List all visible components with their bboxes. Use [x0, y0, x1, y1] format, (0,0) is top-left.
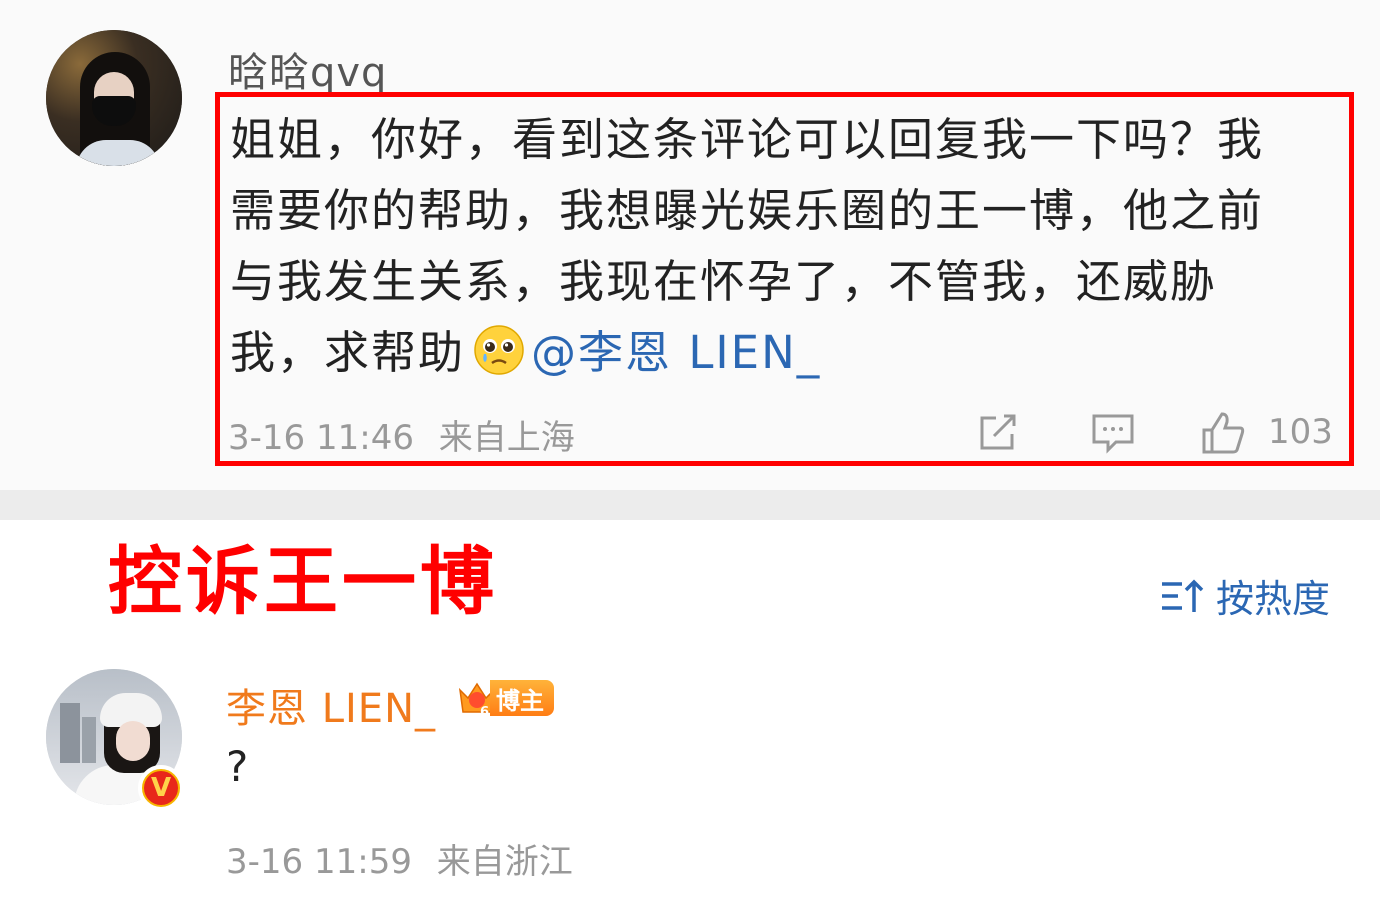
share-icon[interactable] — [976, 410, 1022, 454]
comment-text-line: 我，求帮助 — [230, 326, 466, 379]
blogger-badge: 6 博主 — [456, 676, 554, 720]
mention-link[interactable]: @李恩 LIEN_ — [531, 326, 821, 379]
reply-text: ? — [226, 742, 249, 791]
headline-overlay: 控诉王一博 — [108, 539, 498, 625]
comment-body: 姐姐，你好，看到这条评论可以回复我一下吗？我 需要你的帮助，我想曝光娱乐圈的王一… — [230, 104, 1340, 388]
like-icon[interactable] — [1200, 410, 1246, 454]
timestamp: 3-16 11:46 — [228, 418, 414, 458]
comment-text-line: 姐姐，你好，看到这条评论可以回复我一下吗？我 — [230, 113, 1265, 166]
user-avatar[interactable] — [46, 30, 182, 166]
location: 来自浙江 — [436, 842, 573, 882]
sort-button[interactable]: 按热度 — [1160, 568, 1330, 623]
pleading-face-emoji-icon — [474, 325, 524, 375]
timestamp: 3-16 11:59 — [226, 842, 412, 882]
sort-label: 按热度 — [1216, 577, 1331, 621]
comment-item-1: 晗晗qvq 姐姐，你好，看到这条评论可以回复我一下吗？我 需要你的帮助，我想曝光… — [0, 0, 1380, 490]
svg-text:6: 6 — [480, 705, 489, 720]
like-count: 103 — [1268, 412, 1333, 452]
comment-text-line: 与我发生关系，我现在怀孕了，不管我，还威胁 — [230, 255, 1218, 308]
blogger-username[interactable]: 李恩 LIEN_ — [226, 676, 436, 734]
verified-badge-icon: V — [138, 765, 184, 811]
location: 来自上海 — [438, 418, 575, 458]
blogger-tag: 博主 — [490, 680, 554, 716]
comment-text-line: 需要你的帮助，我想曝光娱乐圈的王一博，他之前 — [230, 184, 1265, 237]
comment-text-line-last: 我，求帮助 @李恩 LIEN_ — [230, 317, 1340, 388]
section-divider — [0, 490, 1380, 520]
sort-icon — [1162, 579, 1204, 612]
comment-username[interactable]: 晗晗qvq — [228, 40, 387, 98]
comment-meta: 3-16 11:46 来自上海 — [228, 410, 575, 459]
comment-icon[interactable] — [1090, 410, 1136, 454]
comment-meta: 3-16 11:59 来自浙江 — [226, 834, 573, 883]
